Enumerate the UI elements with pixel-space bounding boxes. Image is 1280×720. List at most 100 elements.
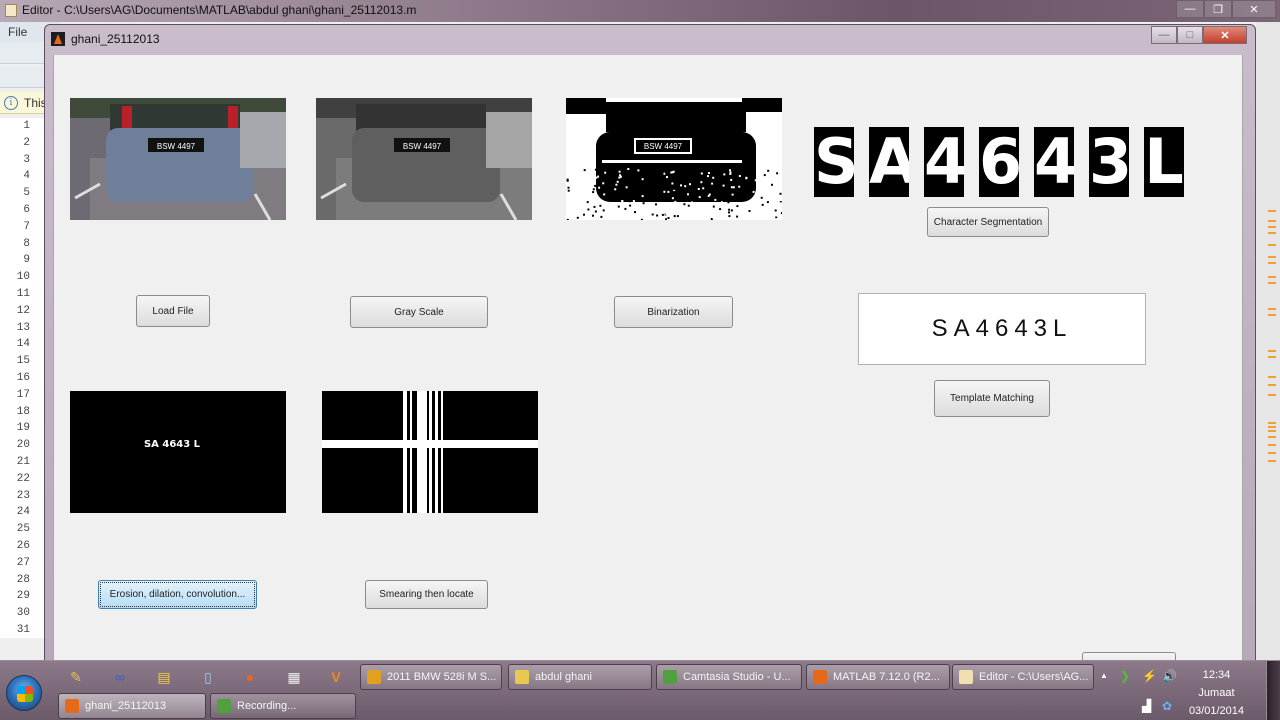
tray-power-icon[interactable]: ⚡ xyxy=(1142,669,1157,683)
line-number: 18 xyxy=(16,405,30,418)
tray-signal-icon[interactable]: ▟ xyxy=(1142,699,1151,713)
message-marker[interactable] xyxy=(1268,426,1276,428)
message-marker[interactable] xyxy=(1268,256,1276,258)
message-marker[interactable] xyxy=(1268,356,1276,358)
start-button[interactable] xyxy=(6,675,42,711)
taskbar-item-label: Editor - C:\Users\AG... xyxy=(979,671,1089,683)
tray-nvidia-icon[interactable]: ❯ xyxy=(1120,669,1130,683)
message-marker[interactable] xyxy=(1268,314,1276,316)
segmented-char: 6 xyxy=(979,127,1019,197)
message-marker[interactable] xyxy=(1268,430,1276,432)
message-marker[interactable] xyxy=(1268,422,1276,424)
gray-scale-button[interactable]: Gray Scale xyxy=(350,296,488,328)
message-marker[interactable] xyxy=(1268,350,1276,352)
message-marker[interactable] xyxy=(1268,244,1276,246)
figure-titlebar[interactable]: ghani_25112013 — □ ✕ xyxy=(45,25,1255,53)
figure-window: ghani_25112013 — □ ✕ BSW 4497 BSW 4497 B… xyxy=(44,24,1256,672)
editor-close-button[interactable]: ✕ xyxy=(1232,0,1276,18)
taskbar-item[interactable]: 2011 BMW 528i M S... xyxy=(360,664,502,690)
load-file-button[interactable]: Load File xyxy=(136,295,210,327)
line-number: 9 xyxy=(23,254,30,267)
tray-expand-icon[interactable]: ▲ xyxy=(1100,671,1108,680)
quicklaunch-firefox-icon[interactable]: ● xyxy=(240,667,260,687)
line-number: 29 xyxy=(16,590,30,603)
template-matching-button[interactable]: Template Matching xyxy=(934,380,1050,417)
message-marker[interactable] xyxy=(1268,460,1276,462)
message-marker[interactable] xyxy=(1268,444,1276,446)
figure-close-button[interactable]: ✕ xyxy=(1203,26,1247,44)
editor-titlebar: Editor - C:\Users\AG\Documents\MATLAB\ab… xyxy=(0,0,1280,22)
taskbar-item-label: Recording... xyxy=(237,700,297,712)
chrome-icon xyxy=(367,670,381,684)
plate-text-original: BSW 4497 xyxy=(157,142,196,151)
plate-text-morph: SA 4643 L xyxy=(144,439,201,450)
message-marker[interactable] xyxy=(1268,232,1276,234)
line-number: 3 xyxy=(23,153,30,166)
message-marker[interactable] xyxy=(1268,394,1276,396)
message-marker[interactable] xyxy=(1268,436,1276,438)
figure-minimize-button[interactable]: — xyxy=(1151,26,1177,44)
clock-date: 03/01/2014 xyxy=(1188,705,1244,717)
message-marker[interactable] xyxy=(1268,282,1276,284)
editor-restore-button[interactable]: ❐ xyxy=(1204,0,1232,18)
menu-file[interactable]: File xyxy=(8,25,27,39)
segmented-char: A xyxy=(869,127,909,197)
character-segmentation-button[interactable]: Character Segmentation xyxy=(927,207,1049,237)
figure-title: ghani_25112013 xyxy=(71,32,160,46)
taskbar-item[interactable]: abdul ghani xyxy=(508,664,652,690)
quicklaunch-v-icon[interactable]: V xyxy=(326,667,346,687)
tray-network-icon[interactable]: ✿ xyxy=(1162,699,1172,713)
editor-minimize-button[interactable]: — xyxy=(1176,0,1204,18)
taskbar-item[interactable]: Editor - C:\Users\AG... xyxy=(952,664,1094,690)
folder-icon xyxy=(515,670,529,684)
figure-canvas: BSW 4497 BSW 4497 BSW 4497 S A 4 6 4 3 L… xyxy=(53,55,1243,672)
segmented-char: 3 xyxy=(1089,127,1129,197)
taskbar-item[interactable]: Camtasia Studio - U... xyxy=(656,664,802,690)
smearing-then-locate-button[interactable]: Smearing then locate xyxy=(365,580,488,609)
line-number: 5 xyxy=(23,187,30,200)
tray-volume-icon[interactable]: 🔊 xyxy=(1162,669,1177,683)
message-marker[interactable] xyxy=(1268,262,1276,264)
binarization-button[interactable]: Binarization xyxy=(614,296,733,328)
quicklaunch-link-icon[interactable]: ∞ xyxy=(110,667,130,687)
figure-window-controls: — □ ✕ xyxy=(1151,26,1247,44)
line-number: 24 xyxy=(16,506,30,519)
line-number: 20 xyxy=(16,439,30,452)
camtasia-icon xyxy=(217,699,231,713)
message-marker[interactable] xyxy=(1268,210,1276,212)
message-marker[interactable] xyxy=(1268,376,1276,378)
line-number: 27 xyxy=(16,556,30,569)
line-number: 23 xyxy=(16,489,30,502)
show-desktop-button[interactable] xyxy=(1266,661,1280,720)
segmented-char: 4 xyxy=(1034,127,1074,197)
quicklaunch-notes-icon[interactable]: ▤ xyxy=(154,667,174,687)
axes-binary-image: BSW 4497 xyxy=(566,98,782,220)
line-number: 12 xyxy=(16,304,30,317)
clock[interactable]: 12:34 Jumaat 03/01/2014 xyxy=(1189,666,1244,720)
line-number: 10 xyxy=(16,271,30,284)
figure-maximize-button[interactable]: □ xyxy=(1177,26,1203,44)
quicklaunch-media-icon[interactable]: ▦ xyxy=(284,667,304,687)
quicklaunch-tool-icon[interactable]: ✎ xyxy=(66,667,86,687)
clock-day: Jumaat xyxy=(1198,687,1235,699)
taskbar-item[interactable]: ghani_25112013 xyxy=(58,693,206,719)
line-number: 2 xyxy=(23,136,30,149)
message-marker[interactable] xyxy=(1268,276,1276,278)
line-number: 28 xyxy=(16,573,30,586)
message-marker[interactable] xyxy=(1268,308,1276,310)
message-marker[interactable] xyxy=(1268,452,1276,454)
message-marker[interactable] xyxy=(1268,384,1276,386)
clock-time: 12:34 xyxy=(1202,669,1231,681)
message-marker[interactable] xyxy=(1268,226,1276,228)
erosion-dilation-convolution-button[interactable]: Erosion, dilation, convolution... xyxy=(98,580,257,609)
axes-morphology-image: SA 4643 L xyxy=(70,391,286,513)
editor-message-bar[interactable] xyxy=(1256,22,1280,660)
taskbar-item-label: MATLAB 7.12.0 (R2... xyxy=(833,671,940,683)
taskbar-item[interactable]: MATLAB 7.12.0 (R2... xyxy=(806,664,950,690)
taskbar-item[interactable]: Recording... xyxy=(210,693,356,719)
message-marker[interactable] xyxy=(1268,220,1276,222)
editor-document-icon xyxy=(5,4,17,17)
line-number: 26 xyxy=(16,539,30,552)
quicklaunch-notepad-icon[interactable]: ▯ xyxy=(198,667,218,687)
camtasia-icon xyxy=(663,670,677,684)
